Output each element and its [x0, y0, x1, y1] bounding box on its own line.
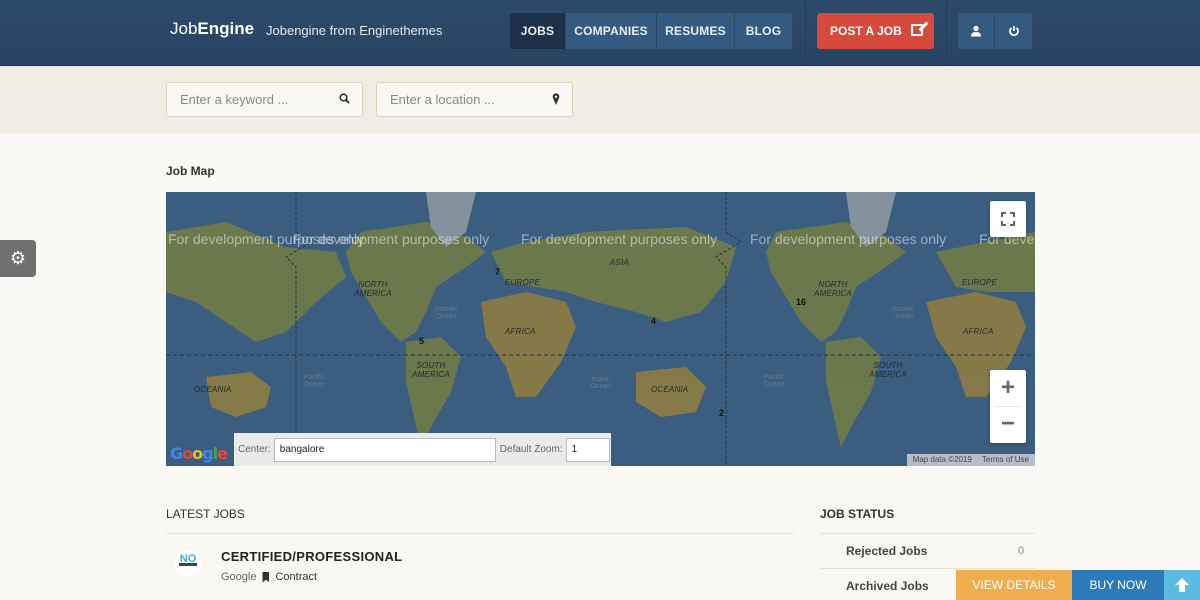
location-field: [376, 82, 573, 117]
zoom-in-button[interactable]: +: [990, 370, 1026, 406]
terms-of-use-link[interactable]: Terms of Use: [982, 455, 1029, 466]
header-divider: [805, 0, 806, 66]
view-details-button[interactable]: VIEW DETAILS: [956, 570, 1072, 600]
location-input[interactable]: [377, 83, 537, 116]
latest-jobs-title: LATEST JOBS: [166, 507, 245, 521]
label-africa: AFRICA: [963, 327, 994, 336]
label-pacific: Pacific Ocean: [303, 374, 325, 388]
edit-icon: [911, 24, 923, 36]
land-oceania-1: [206, 372, 271, 417]
company-logo: NO: [175, 550, 201, 576]
scroll-top-button[interactable]: [1164, 570, 1200, 600]
default-zoom-input[interactable]: [565, 437, 610, 462]
user-icon[interactable]: [958, 13, 995, 49]
label-pacific: Pacific Ocean: [763, 374, 785, 388]
nav-companies[interactable]: COMPANIES: [566, 13, 657, 49]
logo[interactable]: JobEngine: [170, 19, 254, 39]
google-logo[interactable]: Google: [170, 444, 228, 463]
cluster-marker[interactable]: 2: [719, 408, 724, 418]
zoom-control: + −: [990, 370, 1026, 443]
post-a-job-label: POST A JOB: [830, 24, 902, 38]
label-europe: EUROPE: [962, 278, 997, 287]
zoom-divider: [994, 406, 1022, 407]
zoom-out-button[interactable]: −: [990, 406, 1026, 442]
status-rejected-label[interactable]: Rejected Jobs: [846, 544, 927, 558]
status-archived-label[interactable]: Archived Jobs: [846, 579, 929, 593]
label-asia: ASIA: [610, 258, 630, 267]
job-map[interactable]: For development purposes only For develo…: [166, 192, 1035, 466]
gear-icon: ⚙: [9, 248, 27, 268]
map-pin-icon[interactable]: [552, 93, 560, 108]
keyword-field: [166, 82, 363, 117]
map-attribution: Map data ©2019 Terms of Use: [906, 454, 1035, 466]
post-a-job-button[interactable]: POST A JOB: [817, 13, 934, 49]
nav-resumes[interactable]: RESUMES: [657, 13, 735, 49]
job-map-title: Job Map: [166, 164, 215, 178]
label-europe: EUROPE: [505, 278, 540, 287]
job-type[interactable]: Contract: [275, 571, 317, 583]
job-meta: Google Contract: [221, 571, 317, 583]
cluster-marker[interactable]: 16: [796, 297, 806, 307]
map-center-controls: Center: Default Zoom:: [234, 433, 611, 466]
label-indian: Indian Ocean: [590, 376, 612, 390]
cluster-marker[interactable]: 5: [419, 336, 424, 346]
job-status-title: JOB STATUS: [820, 507, 895, 521]
arrow-up-icon: [1175, 578, 1189, 592]
label-africa: AFRICA: [505, 327, 536, 336]
header-divider: [946, 0, 947, 66]
dev-watermark: For development purposes only: [293, 231, 490, 247]
land-south-america-1: [406, 337, 461, 447]
buy-now-button[interactable]: BUY NOW: [1072, 570, 1164, 600]
user-actions: [958, 13, 1032, 49]
label-oceania: OCEANIA: [651, 385, 689, 394]
cluster-marker[interactable]: 4: [651, 316, 656, 326]
power-icon[interactable]: [995, 13, 1032, 49]
main-nav: JOBS COMPANIES RESUMES BLOG: [510, 13, 792, 49]
job-title[interactable]: CERTIFIED/PROFESSIONAL: [221, 549, 402, 564]
section-divider: [820, 533, 1035, 534]
land-africa: [481, 292, 576, 397]
center-input[interactable]: [273, 437, 496, 462]
logo-bold: Engine: [197, 19, 255, 38]
nav-blog[interactable]: BLOG: [735, 13, 792, 49]
section-divider: [166, 533, 794, 534]
land-south-america-2: [826, 337, 881, 447]
label-atlantic: Atlantic Ocean: [434, 306, 458, 320]
top-header: JobEngine Jobengine from Enginethemes JO…: [0, 0, 1200, 66]
settings-toggle[interactable]: ⚙: [0, 240, 36, 277]
cluster-marker[interactable]: 7: [495, 267, 500, 277]
label-north-america: NORTH AMERICA: [814, 280, 852, 298]
label-atlantic: Atlantic Ocean: [891, 306, 915, 320]
status-rejected-count: 0: [1018, 545, 1025, 557]
default-zoom-label: Default Zoom:: [499, 444, 563, 455]
keyword-input[interactable]: [167, 83, 327, 116]
status-divider: [820, 568, 1035, 569]
label-south-america: SOUTH AMERICA: [412, 361, 450, 379]
label-north-america: NORTH AMERICA: [354, 280, 392, 298]
search-icon[interactable]: [339, 93, 350, 107]
date-line-2: [715, 192, 742, 466]
job-company[interactable]: Google: [221, 571, 256, 583]
fullscreen-button[interactable]: [990, 201, 1026, 237]
tagline: Jobengine from Enginethemes: [266, 23, 443, 38]
center-label: Center:: [238, 444, 271, 455]
label-oceania: OCEANIA: [194, 385, 232, 394]
bookmark-icon: [262, 571, 270, 583]
map-data-text: Map data ©2019: [912, 455, 972, 464]
label-south-america: SOUTH AMERICA: [869, 361, 907, 379]
logo-light: Job: [170, 19, 198, 38]
nav-jobs[interactable]: JOBS: [510, 13, 566, 49]
dev-watermark: For development purposes only: [521, 231, 718, 247]
search-bar: [0, 66, 1200, 133]
dev-watermark: For development purposes only: [750, 231, 947, 247]
